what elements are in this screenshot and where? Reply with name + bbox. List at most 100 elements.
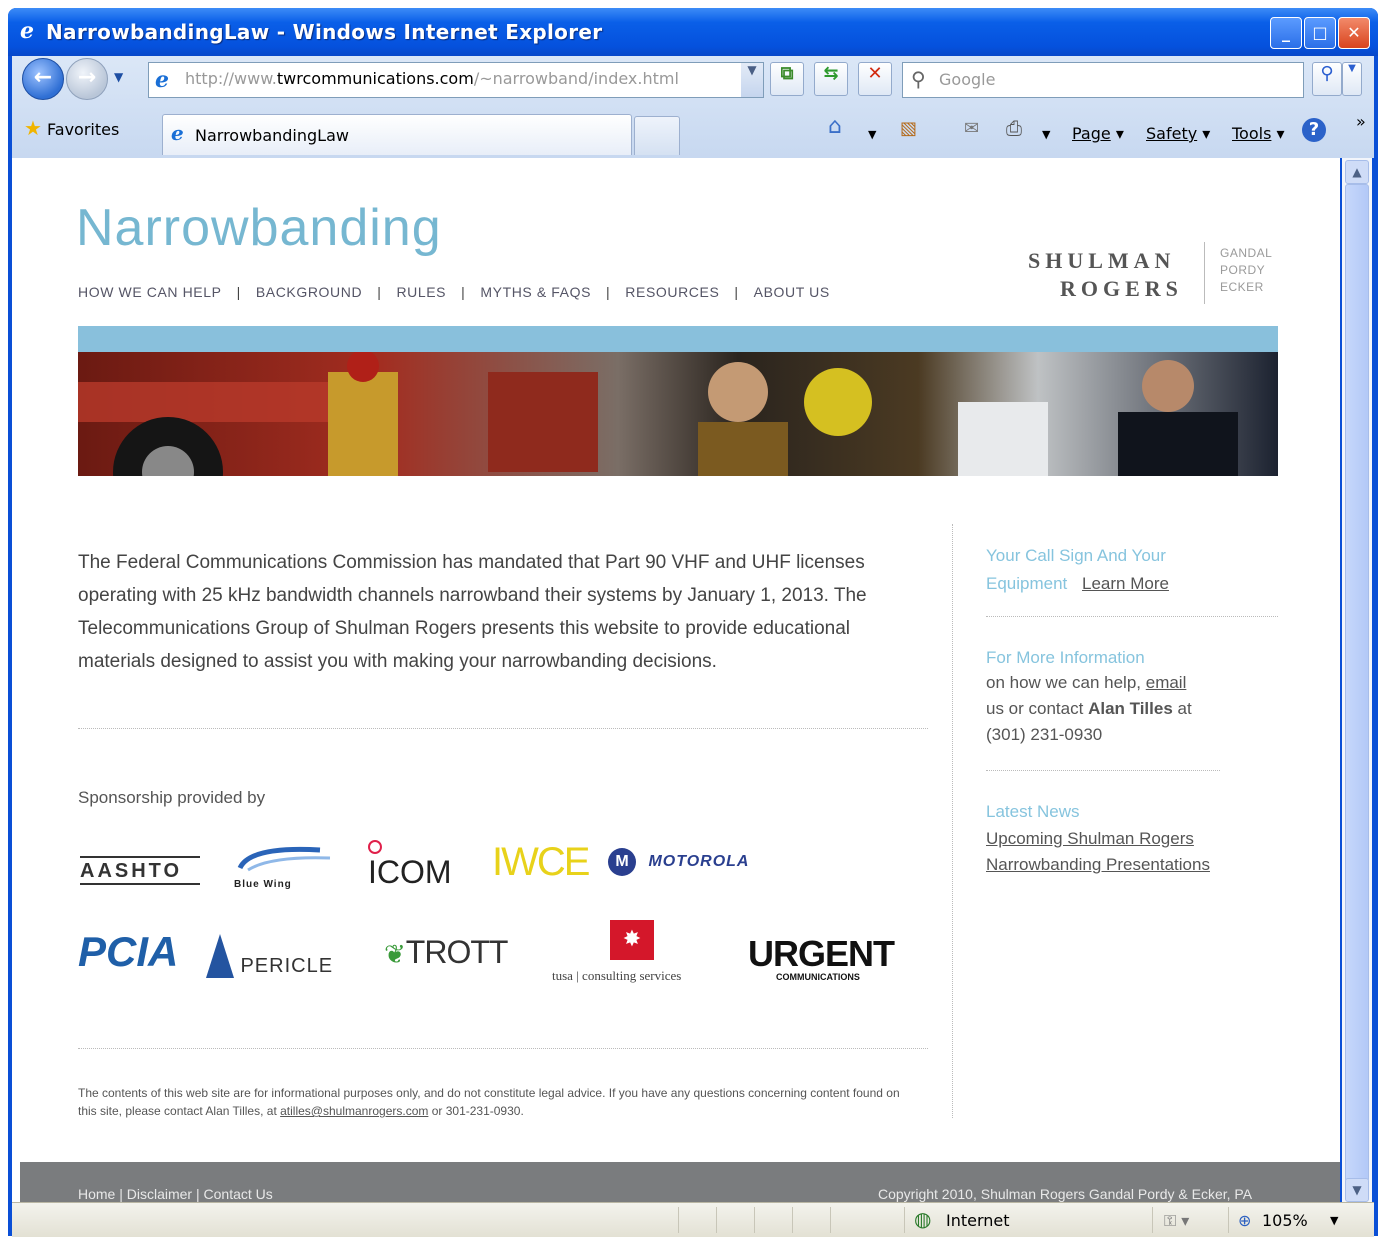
page-footer: Home | Disclaimer | Contact Us Copyright…: [20, 1162, 1340, 1202]
news-list: Upcoming Shulman Rogers Narrowbanding Pr…: [986, 826, 1210, 878]
print-dropdown-icon[interactable]: ▼: [1042, 128, 1050, 141]
forward-button[interactable]: →: [66, 58, 108, 100]
sponsor-pcia-logo[interactable]: PCIA: [78, 928, 178, 976]
tab-title: NarrowbandingLaw: [195, 126, 349, 145]
sponsor-aashto-logo[interactable]: AASHTO: [80, 838, 200, 894]
scroll-up-icon[interactable]: ▲: [1345, 160, 1369, 184]
firm-logo-shulman[interactable]: SHULMAN: [1028, 248, 1175, 274]
sponsor-motorola-logo[interactable]: M MOTOROLA: [608, 848, 749, 876]
motorola-batwing-icon: M: [608, 848, 636, 876]
header-band: [78, 326, 1278, 352]
more-info-text: on how we can help, email us or contact …: [986, 673, 1192, 744]
scroll-thumb[interactable]: [1345, 184, 1369, 1182]
main-navigation: HOW WE CAN HELP | BACKGROUND | RULES | MYTHS &…: [78, 284, 845, 300]
legal-email-link[interactable]: atilles@shulmanrogers.com: [280, 1104, 428, 1118]
first-responders-banner-image: [78, 352, 1278, 476]
page-icon: e: [155, 67, 169, 93]
favorites-label: Favorites: [47, 120, 120, 139]
news-link-upcoming[interactable]: Upcoming Shulman Rogers: [986, 829, 1194, 848]
vertical-scrollbar[interactable]: ▲ ▼: [1342, 158, 1372, 1202]
safety-menu[interactable]: Safety ▾: [1146, 124, 1210, 143]
tools-menu[interactable]: Tools ▾: [1232, 124, 1285, 143]
sponsor-blue-wing-logo[interactable]: Blue Wing: [230, 844, 340, 890]
intro-paragraph: The Federal Communications Commission ha…: [78, 552, 867, 672]
home-icon[interactable]: ⌂: [828, 114, 842, 139]
feeds-icon[interactable]: ▧: [900, 118, 917, 139]
firm-logo-ecker: ECKER: [1220, 280, 1264, 294]
sponsor-urgent-logo[interactable]: URGENT COMMUNICATIONS: [748, 936, 895, 983]
address-bar[interactable]: e http://www.twrcommunications.com/~narr…: [148, 62, 764, 98]
divider: [986, 770, 1220, 771]
zoom-level[interactable]: 105%: [1262, 1211, 1308, 1230]
internet-zone-icon: ◍: [914, 1207, 932, 1231]
security-zone: Internet: [946, 1211, 1010, 1230]
nav-myths-faqs[interactable]: MYTHS & FAQS: [465, 284, 606, 300]
browser-window: e NarrowbandingLaw - Windows Internet Ex…: [8, 8, 1378, 1237]
nav-background[interactable]: BACKGROUND: [241, 284, 377, 300]
sponsorship-label: Sponsorship provided by: [78, 788, 266, 807]
back-button[interactable]: ←: [22, 58, 64, 100]
search-placeholder: Google: [939, 70, 996, 89]
address-dropdown-icon[interactable]: ▼: [741, 63, 763, 97]
nav-resources[interactable]: RESOURCES: [610, 284, 734, 300]
callsign-heading-cont: Equipment Learn More: [986, 574, 1169, 593]
window-title: NarrowbandingLaw - Windows Internet Expl…: [46, 20, 603, 44]
more-info-heading: For More Information: [986, 648, 1145, 667]
icom-dot-icon: [368, 840, 382, 854]
news-link-presentations[interactable]: Narrowbanding Presentations: [986, 855, 1210, 874]
tab-page-icon: e: [171, 121, 184, 145]
page-viewport: Narrowbanding HOW WE CAN HELP | BACKGROUND…: [12, 158, 1340, 1202]
minimize-button[interactable]: _: [1270, 17, 1302, 49]
tab-narrowbandinglaw[interactable]: e NarrowbandingLaw: [162, 114, 632, 155]
firm-logo-rogers[interactable]: ROGERS: [1060, 276, 1183, 302]
address-url[interactable]: http://www.twrcommunications.com/~narrow…: [185, 69, 679, 88]
site-logo[interactable]: Narrowbanding: [76, 198, 442, 258]
tusa-burst-icon: ✸: [610, 920, 654, 960]
close-button[interactable]: ✕: [1338, 17, 1370, 49]
maximize-button[interactable]: □: [1304, 17, 1336, 49]
footer-copyright: Copyright 2010, Shulman Rogers Gandal Po…: [878, 1186, 1253, 1202]
nav-how-we-can-help[interactable]: HOW WE CAN HELP: [78, 284, 237, 300]
column-divider: [952, 524, 953, 1118]
callsign-heading[interactable]: Your Call Sign And Your: [986, 546, 1166, 566]
sponsor-trott-logo[interactable]: ❦TROTT: [384, 934, 508, 971]
nav-about-us[interactable]: ABOUT US: [739, 284, 845, 300]
scroll-down-icon[interactable]: ▼: [1345, 1178, 1369, 1202]
search-engine-icon: ⚲: [911, 67, 926, 91]
title-bar: e NarrowbandingLaw - Windows Internet Ex…: [8, 8, 1378, 56]
latest-news-heading: Latest News: [986, 802, 1080, 821]
search-box[interactable]: ⚲ Google: [902, 62, 1304, 98]
read-mail-icon[interactable]: ✉: [964, 118, 979, 139]
favorites-button[interactable]: ★ Favorites: [24, 116, 119, 140]
divider: [986, 616, 1278, 617]
nav-rules[interactable]: RULES: [381, 284, 461, 300]
page-menu[interactable]: Page ▾: [1072, 124, 1124, 143]
protected-mode-icon[interactable]: ⚿ ▾: [1164, 1211, 1189, 1231]
status-bar: ◍ Internet ⚿ ▾ ⊕ 105% ▼: [12, 1202, 1374, 1237]
sponsor-iwce-logo[interactable]: IWCE: [492, 840, 590, 885]
new-tab-button[interactable]: [634, 116, 680, 155]
email-link[interactable]: email: [1146, 673, 1187, 692]
search-options-icon[interactable]: ▼: [1342, 62, 1362, 96]
browser-chrome: ← → ▼ e http://www.twrcommunications.com…: [12, 56, 1374, 158]
firm-logo-pordy: PORDY: [1220, 263, 1266, 277]
divider: [78, 1048, 928, 1049]
toolbar-overflow-button[interactable]: »: [1356, 112, 1366, 131]
history-dropdown-icon[interactable]: ▼: [114, 70, 123, 84]
learn-more-link[interactable]: Learn More: [1082, 574, 1169, 593]
refresh-icon[interactable]: ⇆: [814, 62, 848, 96]
compatibility-view-icon[interactable]: ⧉: [770, 62, 804, 96]
print-icon[interactable]: ⎙: [1006, 116, 1022, 140]
search-icon[interactable]: ⚲: [1312, 62, 1342, 96]
home-dropdown-icon[interactable]: ▼: [868, 128, 876, 141]
firm-logo-divider: [1204, 242, 1205, 304]
footer-links[interactable]: Home | Disclaimer | Contact Us: [78, 1186, 273, 1202]
star-icon: ★: [24, 116, 42, 140]
sponsor-pericle-logo[interactable]: PERICLE: [204, 934, 333, 978]
firm-logo-gandal: GANDAL: [1220, 246, 1273, 260]
trott-leaf-icon: ❦: [384, 939, 406, 969]
sponsor-tusa-logo[interactable]: ✸ tusa | consulting services: [552, 920, 722, 992]
zoom-dropdown-icon[interactable]: ▼: [1330, 1214, 1338, 1227]
stop-icon[interactable]: ✕: [858, 62, 892, 96]
help-icon[interactable]: ?: [1302, 118, 1326, 142]
